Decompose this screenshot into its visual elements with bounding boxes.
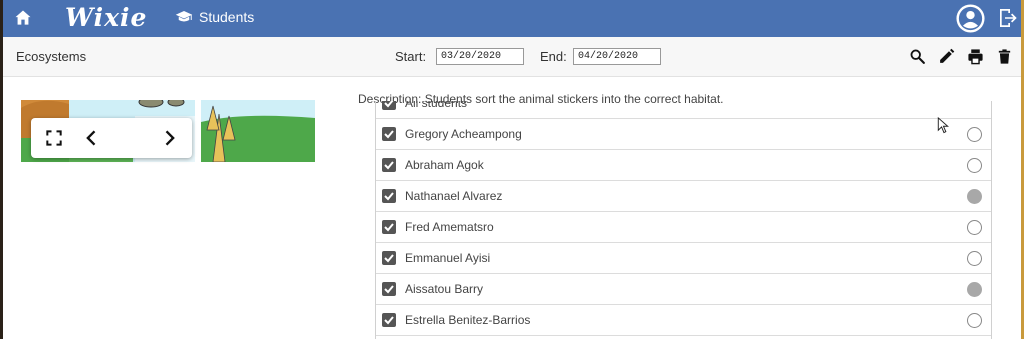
top-nav-bar: Wixie Students <box>3 0 1021 37</box>
radio-button[interactable] <box>967 189 982 204</box>
preview-thumbnail-2[interactable] <box>201 100 315 162</box>
checkbox[interactable] <box>382 101 396 110</box>
home-icon[interactable] <box>13 8 33 28</box>
radio-button[interactable] <box>967 251 982 266</box>
edit-icon[interactable] <box>938 48 955 65</box>
print-icon[interactable] <box>967 48 984 65</box>
search-icon[interactable] <box>909 48 926 65</box>
radio-button[interactable] <box>967 127 982 142</box>
student-name: Emmanuel Ayisi <box>405 251 491 265</box>
app-logo[interactable]: Wixie <box>65 3 147 32</box>
checkbox[interactable] <box>382 282 396 296</box>
list-item-student[interactable]: Aissatou Barry <box>376 274 991 305</box>
radio-button[interactable] <box>967 282 982 297</box>
student-list: All students Gregory Acheampong Abraham A… <box>375 101 992 339</box>
start-date-input[interactable]: 03/20/2020 <box>436 48 524 65</box>
student-name: Estrella Benitez-Barrios <box>405 313 531 327</box>
list-item-student[interactable]: Abraham Agok <box>376 150 991 181</box>
radio-button[interactable] <box>967 220 982 235</box>
delete-icon[interactable] <box>996 48 1013 65</box>
checkbox[interactable] <box>382 220 396 234</box>
student-name: Aissatou Barry <box>405 282 484 296</box>
students-tab[interactable]: Students <box>175 9 254 25</box>
list-item-student[interactable]: Fred Amematsro <box>376 212 991 243</box>
student-name: Fred Amematsro <box>405 220 494 234</box>
checkbox[interactable] <box>382 189 396 203</box>
radio-button[interactable] <box>967 313 982 328</box>
chevron-left-icon[interactable] <box>82 128 102 148</box>
checkbox[interactable] <box>382 158 396 172</box>
list-item-all-students[interactable]: All students <box>376 101 991 119</box>
student-list-scroll: All students Gregory Acheampong Abraham A… <box>376 101 991 336</box>
graduation-cap-icon <box>175 11 193 22</box>
list-item-student[interactable]: Estrella Benitez-Barrios <box>376 305 991 336</box>
mouse-cursor-icon <box>937 117 949 134</box>
chevron-right-icon[interactable] <box>159 128 179 148</box>
logout-icon[interactable] <box>996 6 1020 30</box>
account-icon[interactable] <box>955 3 986 34</box>
list-item-label: All students <box>405 101 468 110</box>
checkbox[interactable] <box>382 251 396 265</box>
carousel-controls <box>31 118 192 158</box>
activity-toolbar: Ecosystems Start: 03/20/2020 End: 04/20/… <box>3 37 1021 77</box>
checkbox[interactable] <box>382 313 396 327</box>
students-tab-label: Students <box>199 9 255 25</box>
list-item-student[interactable]: Gregory Acheampong <box>376 119 991 150</box>
list-item-student[interactable]: Nathanael Alvarez <box>376 181 991 212</box>
start-date-label: Start: <box>395 49 427 64</box>
radio-button[interactable] <box>967 158 982 173</box>
student-name: Abraham Agok <box>405 158 484 172</box>
activity-title: Ecosystems <box>16 49 87 64</box>
checkbox[interactable] <box>382 127 396 141</box>
end-date-label: End: <box>540 49 567 64</box>
student-name: Gregory Acheampong <box>405 127 522 141</box>
fullscreen-icon[interactable] <box>44 128 64 148</box>
list-item-student[interactable]: Emmanuel Ayisi <box>376 243 991 274</box>
student-name: Nathanael Alvarez <box>405 189 503 203</box>
end-date-input[interactable]: 04/20/2020 <box>573 48 661 65</box>
